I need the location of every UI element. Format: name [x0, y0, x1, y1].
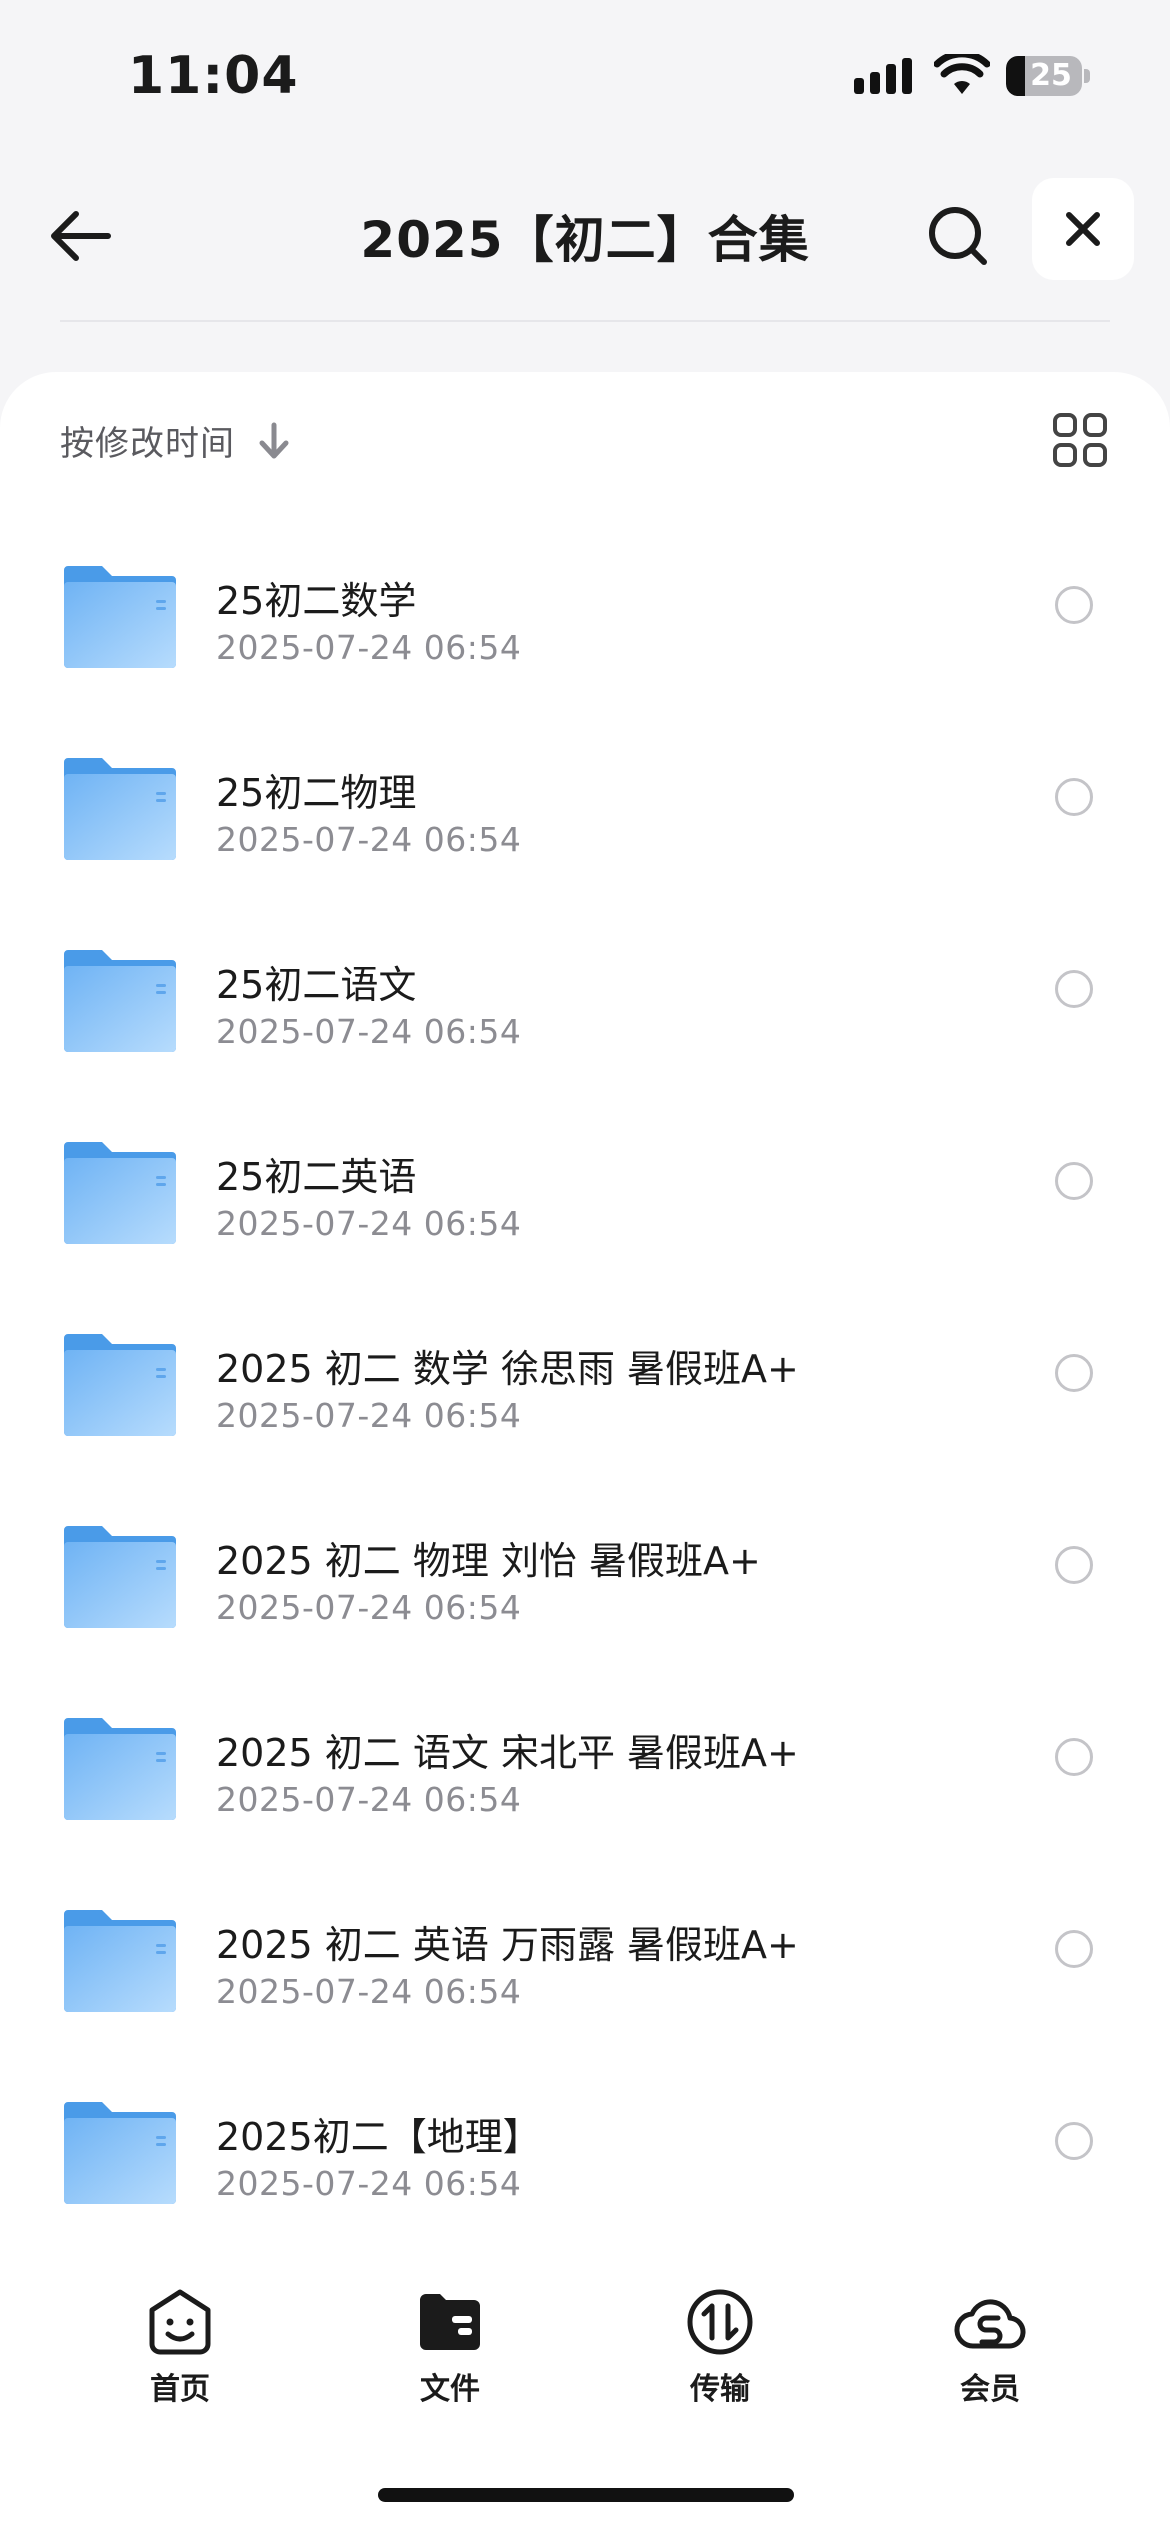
file-modified-time: 2025-07-24 06:54: [216, 1396, 522, 1435]
file-name: 2025初二【地理】: [216, 2115, 541, 2159]
close-button[interactable]: [1032, 178, 1134, 280]
folder-icon: [64, 2102, 176, 2204]
grid-view-icon[interactable]: [1052, 412, 1108, 468]
file-name: 25初二数学: [216, 579, 417, 623]
tab-membership[interactable]: 会员: [890, 2286, 1090, 2408]
file-row[interactable]: 25初二语文 2025-07-24 06:54: [0, 926, 1170, 1118]
folder-icon: [64, 566, 176, 668]
header-divider: [60, 320, 1110, 322]
status-bar: 11:04 25: [0, 0, 1170, 150]
file-row[interactable]: 2025 初二 语文 宋北平 暑假班A+ 2025-07-24 06:54: [0, 1694, 1170, 1886]
file-row[interactable]: 25初二物理 2025-07-24 06:54: [0, 734, 1170, 926]
file-modified-time: 2025-07-24 06:54: [216, 820, 522, 859]
arrow-down-icon: [259, 422, 289, 458]
file-name: 25初二语文: [216, 963, 417, 1007]
file-modified-time: 2025-07-24 06:54: [216, 1972, 522, 2011]
smile-bag-icon: [149, 2289, 211, 2355]
file-name: 2025 初二 物理 刘怡 暑假班A+: [216, 1539, 761, 1583]
file-name: 25初二英语: [216, 1155, 417, 1199]
tab-label: 文件: [420, 2372, 480, 2407]
transfer-icon: [687, 2289, 753, 2355]
tab-home[interactable]: 首页: [80, 2286, 280, 2408]
battery-label: 25: [1030, 58, 1072, 93]
file-row[interactable]: 25初二英语 2025-07-24 06:54: [0, 1118, 1170, 1310]
file-row[interactable]: 2025 初二 物理 刘怡 暑假班A+ 2025-07-24 06:54: [0, 1502, 1170, 1694]
folder-filled-icon: [420, 2294, 480, 2350]
select-radio[interactable]: [1055, 1354, 1093, 1392]
select-radio[interactable]: [1055, 1738, 1093, 1776]
sort-control[interactable]: 按修改时间: [60, 416, 291, 465]
select-radio[interactable]: [1055, 1546, 1093, 1584]
file-list: 25初二数学 2025-07-24 06:54 25初二物理 2025-07-24 0…: [0, 542, 1170, 2270]
tab-files[interactable]: 文件: [350, 2286, 550, 2408]
file-name: 2025 初二 数学 徐思雨 暑假班A+: [216, 1347, 799, 1391]
screen: 11:04 25 2025【初二】合集 按修改时间 25初二数学 2025-07…: [0, 0, 1170, 2532]
folder-icon: [64, 1718, 176, 1820]
header: 2025【初二】合集: [0, 160, 1170, 322]
file-modified-time: 2025-07-24 06:54: [216, 1012, 522, 1051]
tab-transfer[interactable]: 传输: [620, 2286, 820, 2408]
file-modified-time: 2025-07-24 06:54: [216, 2164, 522, 2203]
select-radio[interactable]: [1055, 2122, 1093, 2160]
folder-icon: [64, 1526, 176, 1628]
select-radio[interactable]: [1055, 586, 1093, 624]
home-indicator: [378, 2488, 794, 2502]
search-icon: [929, 207, 987, 265]
tab-label: 会员: [960, 2372, 1020, 2407]
search-button[interactable]: [918, 196, 998, 276]
file-row[interactable]: 2025 初二 英语 万雨露 暑假班A+ 2025-07-24 06:54: [0, 1886, 1170, 2078]
wifi-icon: [934, 54, 990, 94]
folder-icon: [64, 758, 176, 860]
select-radio[interactable]: [1055, 970, 1093, 1008]
select-radio[interactable]: [1055, 778, 1093, 816]
folder-icon: [64, 1142, 176, 1244]
file-name: 2025 初二 语文 宋北平 暑假班A+: [216, 1731, 799, 1775]
tab-label: 首页: [150, 2372, 210, 2407]
file-row[interactable]: 25初二数学 2025-07-24 06:54: [0, 542, 1170, 734]
folder-icon: [64, 1910, 176, 2012]
select-radio[interactable]: [1055, 1930, 1093, 1968]
tab-bar: 首页 文件 传输 会员: [0, 2264, 1170, 2414]
file-name: 2025 初二 英语 万雨露 暑假班A+: [216, 1923, 799, 1967]
file-row[interactable]: 2025初二【地理】 2025-07-24 06:54: [0, 2078, 1170, 2270]
sort-label: 按修改时间: [60, 424, 235, 464]
file-modified-time: 2025-07-24 06:54: [216, 1588, 522, 1627]
file-modified-time: 2025-07-24 06:54: [216, 1780, 522, 1819]
close-icon: [1066, 212, 1100, 246]
file-modified-time: 2025-07-24 06:54: [216, 1204, 522, 1243]
battery-indicator: 25: [1006, 56, 1090, 96]
file-name: 25初二物理: [216, 771, 417, 815]
folder-icon: [64, 950, 176, 1052]
select-radio[interactable]: [1055, 1162, 1093, 1200]
status-time: 11:04: [128, 46, 299, 106]
file-modified-time: 2025-07-24 06:54: [216, 628, 522, 667]
cellular-signal-icon: [854, 58, 912, 94]
file-list-panel: 按修改时间 25初二数学 2025-07-24 06:54 25初二物理 2025-0…: [0, 372, 1170, 2532]
file-row[interactable]: 2025 初二 数学 徐思雨 暑假班A+ 2025-07-24 06:54: [0, 1310, 1170, 1502]
tab-label: 传输: [690, 2372, 750, 2407]
cloud-s-icon: [954, 2299, 1026, 2349]
folder-icon: [64, 1334, 176, 1436]
